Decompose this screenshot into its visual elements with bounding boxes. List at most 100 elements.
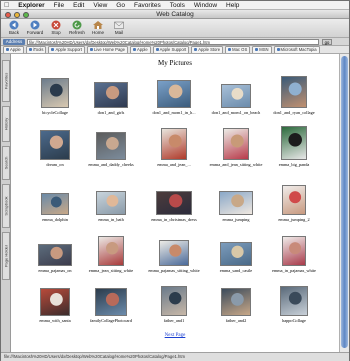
forward-button[interactable]: Forward xyxy=(26,19,44,38)
sidebar-tab-search[interactable]: Search xyxy=(2,146,10,180)
photo-caption[interactable]: emma_in_christmas_dress xyxy=(151,217,197,222)
photo-caption[interactable]: emma_big_panda xyxy=(279,162,310,167)
photo-thumbnail[interactable] xyxy=(156,191,192,215)
photo-thumbnail[interactable] xyxy=(221,84,251,108)
photo-item[interactable]: emma_sand_castle xyxy=(206,242,266,273)
photo-item[interactable]: familyCollagePhotocard xyxy=(81,288,141,323)
photo-caption[interactable]: father_and1 xyxy=(164,318,185,323)
sidebar-tab-scrapbook[interactable]: Scrapbook xyxy=(2,184,10,228)
photo-item[interactable]: emma_and_daddy_cheeks xyxy=(81,132,141,167)
favorite-link[interactable]: Microsoft MacTopia xyxy=(273,46,320,53)
photo-caption[interactable]: don1_and_mom1_on_beach xyxy=(212,110,261,115)
menu-explorer[interactable]: Explorer xyxy=(18,2,44,9)
photo-thumbnail[interactable] xyxy=(161,128,187,160)
photo-caption[interactable]: emma_in_pajamas_white xyxy=(272,268,316,273)
photo-caption[interactable]: don1_and_girls xyxy=(98,110,125,115)
photo-thumbnail[interactable] xyxy=(280,286,308,316)
refresh-button[interactable]: Refresh xyxy=(68,19,86,38)
go-button[interactable]: go xyxy=(322,39,332,45)
favorite-link[interactable]: Apple xyxy=(129,46,151,53)
photo-item[interactable]: emma_jean_sitting_white xyxy=(81,236,141,273)
vertical-scrollbar[interactable] xyxy=(339,54,349,352)
photo-thumbnail[interactable] xyxy=(282,185,306,215)
photo-caption[interactable]: familyCollagePhotocard xyxy=(90,318,132,323)
photo-caption[interactable]: emma_jumping xyxy=(223,217,250,222)
photo-caption[interactable]: emma_sand_castle xyxy=(220,268,252,273)
photo-thumbnail[interactable] xyxy=(220,242,252,266)
scrollbar-thumb[interactable] xyxy=(341,56,348,348)
photo-item[interactable]: bicycleCollage xyxy=(25,78,85,115)
apple-menu-icon[interactable]:  xyxy=(4,2,9,9)
photo-thumbnail[interactable] xyxy=(282,236,306,266)
favorite-link[interactable]: Live Home Page xyxy=(86,46,128,53)
photo-item[interactable]: emma_in_bath xyxy=(81,191,141,222)
sidebar-tab-page-holder[interactable]: Page Holder xyxy=(2,232,10,280)
back-button[interactable]: Back xyxy=(5,19,23,38)
menu-file[interactable]: File xyxy=(54,2,64,9)
photo-item[interactable]: emma_and_jean_... xyxy=(144,128,204,167)
photo-item[interactable]: dream_on xyxy=(25,130,85,167)
photo-caption[interactable]: emma_jean_sitting_white xyxy=(89,268,133,273)
photo-item[interactable]: father_and2 xyxy=(206,288,266,323)
photo-item[interactable]: emma_jumping_2 xyxy=(264,185,324,222)
photo-caption[interactable]: emma_and_daddy_cheeks xyxy=(88,162,133,167)
home-button[interactable]: Home xyxy=(89,19,107,38)
photo-item[interactable]: emma_pajamas_sitting_white xyxy=(144,240,204,273)
photo-caption[interactable]: emma_jumping_2 xyxy=(278,217,309,222)
photo-item[interactable]: emma_and_jean_sitting_white xyxy=(206,128,266,167)
favorite-link[interactable]: Apple xyxy=(3,46,24,53)
window-titlebar[interactable]: Web Catalog xyxy=(1,10,349,19)
photo-thumbnail[interactable] xyxy=(219,191,253,215)
photo-thumbnail[interactable] xyxy=(94,82,128,108)
photo-caption[interactable]: emma_and_jean_sitting_white xyxy=(210,162,263,167)
photo-thumbnail[interactable] xyxy=(40,288,70,316)
favorite-link[interactable]: Apple Support xyxy=(48,46,85,53)
photo-item[interactable]: emma_with_santa xyxy=(25,288,85,323)
menu-tools[interactable]: Tools xyxy=(170,2,185,9)
photo-thumbnail[interactable] xyxy=(38,244,72,266)
menu-window[interactable]: Window xyxy=(194,2,217,9)
menu-edit[interactable]: Edit xyxy=(73,2,84,9)
menu-go[interactable]: Go xyxy=(116,2,125,9)
photo-thumbnail[interactable] xyxy=(157,80,191,108)
mail-button[interactable]: Mail xyxy=(110,19,128,38)
photo-thumbnail[interactable] xyxy=(41,78,69,108)
photo-thumbnail[interactable] xyxy=(96,132,126,160)
photo-item[interactable]: emma_in_pajamas_white xyxy=(264,236,324,273)
photo-caption[interactable]: happoCollage xyxy=(282,318,306,323)
photo-caption[interactable]: father_and2 xyxy=(226,318,247,323)
favorite-link[interactable]: MSN xyxy=(252,46,272,53)
photo-caption[interactable]: emma_and_jean_... xyxy=(157,162,191,167)
photo-thumbnail[interactable] xyxy=(96,191,126,215)
photo-item[interactable]: emma_dolphin xyxy=(25,193,85,222)
photo-item[interactable]: don1_and_mom1_in_h... xyxy=(144,80,204,115)
photo-caption[interactable]: emma_with_santa xyxy=(39,318,70,323)
stop-button[interactable]: Stop xyxy=(47,19,65,38)
photo-thumbnail[interactable] xyxy=(95,288,127,316)
menu-favorites[interactable]: Favorites xyxy=(134,2,161,9)
photo-item[interactable]: don1_and_girls xyxy=(81,82,141,115)
photo-thumbnail[interactable] xyxy=(281,76,307,108)
photo-caption[interactable]: don1_and_mom1_in_h... xyxy=(152,110,195,115)
favorite-link[interactable]: Mac OS xyxy=(225,46,251,53)
photo-caption[interactable]: bicycleCollage xyxy=(42,110,68,115)
photo-item[interactable]: don1_and_mom1_on_beach xyxy=(206,84,266,115)
photo-item[interactable]: father_and1 xyxy=(144,286,204,323)
menu-help[interactable]: Help xyxy=(226,2,239,9)
favorite-link[interactable]: Apple Store xyxy=(191,46,224,53)
photo-item[interactable]: emma_jumping xyxy=(206,191,266,222)
photo-caption[interactable]: don1_and_ryan_collage xyxy=(273,110,314,115)
photo-caption[interactable]: emma_in_bath xyxy=(98,217,124,222)
photo-caption[interactable]: emma_dolphin xyxy=(42,217,68,222)
photo-thumbnail[interactable] xyxy=(223,128,249,160)
photo-caption[interactable]: emma_pajamas_sitting_white xyxy=(148,268,199,273)
menu-view[interactable]: View xyxy=(93,2,107,9)
photo-thumbnail[interactable] xyxy=(40,130,70,160)
photo-thumbnail[interactable] xyxy=(161,286,187,316)
photo-item[interactable]: emma_pajamas_on xyxy=(25,244,85,273)
photo-item[interactable]: emma_in_christmas_dress xyxy=(144,191,204,222)
sidebar-tab-history[interactable]: History xyxy=(2,106,10,142)
photo-thumbnail[interactable] xyxy=(281,126,307,160)
photo-item[interactable]: don1_and_ryan_collage xyxy=(264,76,324,115)
next-page-link[interactable]: Next Page xyxy=(11,333,339,338)
